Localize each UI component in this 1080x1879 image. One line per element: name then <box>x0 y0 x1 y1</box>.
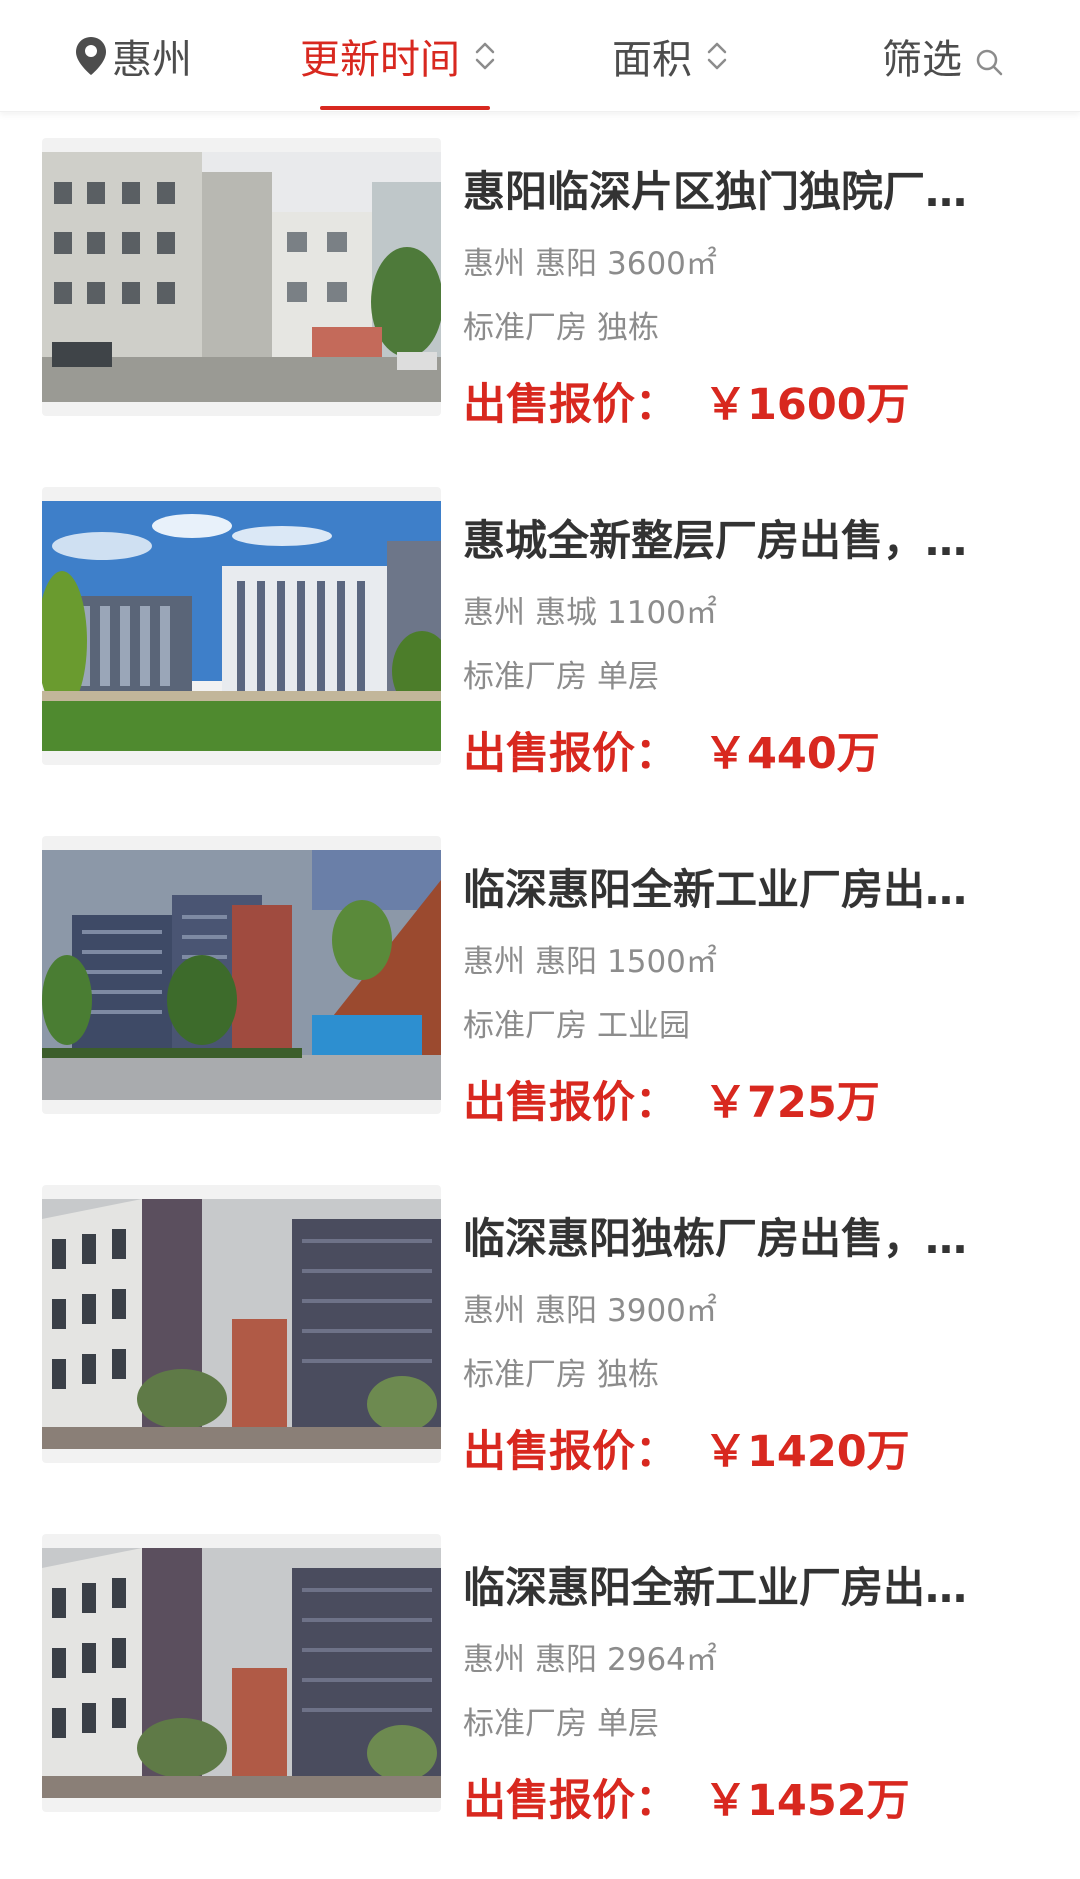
listing-location: 惠州 惠城 1100㎡ <box>463 587 1023 632</box>
location-pin-icon <box>74 35 108 77</box>
price-label: 出售报价： <box>463 1776 678 1826</box>
listing-city: 惠州 <box>463 1642 525 1678</box>
listing-area: 1100㎡ <box>607 595 717 631</box>
listing-district: 惠城 <box>535 595 597 631</box>
listing-title: 惠阳临深片区独门独院厂… <box>463 167 968 216</box>
price-label: 出售报价： <box>463 1078 678 1128</box>
listing-district: 惠阳 <box>535 1642 597 1678</box>
listing-tags: 标准厂房 独栋 <box>463 302 1023 347</box>
listing-area: 2964㎡ <box>607 1642 717 1678</box>
sort-chevrons-icon <box>472 36 498 76</box>
price-value: ￥725万 <box>704 1078 880 1128</box>
listing-price: 出售报价： ￥725万 <box>463 1068 880 1130</box>
listing-price: 出售报价： ￥1420万 <box>463 1417 910 1479</box>
price-label: 出售报价： <box>463 380 678 430</box>
listing-page: 惠州 更新时间 面积 筛选 惠阳临深片区独门独院厂… 惠州 惠阳 3600㎡ 标… <box>0 0 1080 1879</box>
sort-chevrons-icon <box>704 36 730 76</box>
listing-photo <box>42 487 441 765</box>
listing-location: 惠州 惠阳 2964㎡ <box>463 1634 1023 1679</box>
listing-city: 惠州 <box>463 1293 525 1329</box>
listing-district: 惠阳 <box>535 1293 597 1329</box>
listing-city: 惠州 <box>463 246 525 282</box>
listing-tag: 独栋 <box>597 1357 659 1393</box>
listing-tag: 工业园 <box>597 1008 690 1044</box>
listing-city: 惠州 <box>463 944 525 980</box>
listing-city: 惠州 <box>463 595 525 631</box>
listing-type: 标准厂房 <box>463 310 587 346</box>
filter-label: 筛选 <box>882 37 962 83</box>
listing-district: 惠阳 <box>535 246 597 282</box>
listing-tags: 标准厂房 独栋 <box>463 1349 1023 1394</box>
listing-item[interactable]: 惠阳临深片区独门独院厂… 惠州 惠阳 3600㎡ 标准厂房 独栋 出售报价： ￥1600… <box>0 138 1080 488</box>
filter-button[interactable]: 筛选 <box>882 24 1004 88</box>
listing-district: 惠阳 <box>535 944 597 980</box>
listing-price: 出售报价： ￥1452万 <box>463 1766 910 1828</box>
price-label: 出售报价： <box>463 1427 678 1477</box>
listing-photo <box>42 138 441 416</box>
listing-title: 临深惠阳独栋厂房出售，… <box>463 1214 968 1263</box>
listing-item[interactable]: 临深惠阳全新工业厂房出… 惠州 惠阳 1500㎡ 标准厂房 工业园 出售报价： ￥725… <box>0 836 1080 1186</box>
listing-tag: 单层 <box>597 659 659 695</box>
listing-title: 惠城全新整层厂房出售，… <box>463 516 968 565</box>
listing-photo <box>42 1534 441 1812</box>
listing-area: 3600㎡ <box>607 246 717 282</box>
listing-type: 标准厂房 <box>463 1357 587 1393</box>
listing-tags: 标准厂房 单层 <box>463 1698 1023 1743</box>
listing-item[interactable]: 临深惠阳独栋厂房出售，… 惠州 惠阳 3900㎡ 标准厂房 独栋 出售报价： ￥1420… <box>0 1185 1080 1535</box>
listing-price: 出售报价： ￥440万 <box>463 719 880 781</box>
price-value: ￥1600万 <box>704 380 910 430</box>
listing-tags: 标准厂房 单层 <box>463 651 1023 696</box>
listing-location: 惠州 惠阳 1500㎡ <box>463 936 1023 981</box>
listing-tags: 标准厂房 工业园 <box>463 1000 1023 1045</box>
listing-area: 3900㎡ <box>607 1293 717 1329</box>
listing-type: 标准厂房 <box>463 1008 587 1044</box>
active-tab-indicator <box>320 106 490 110</box>
listing-area: 1500㎡ <box>607 944 717 980</box>
filter-bar: 惠州 更新时间 面积 筛选 <box>0 0 1080 112</box>
listing-item[interactable]: 临深惠阳全新工业厂房出… 惠州 惠阳 2964㎡ 标准厂房 单层 出售报价： ￥1452… <box>0 1534 1080 1879</box>
listing-location: 惠州 惠阳 3600㎡ <box>463 238 1023 283</box>
sort-time-label: 更新时间 <box>300 37 460 83</box>
listing-title: 临深惠阳全新工业厂房出… <box>463 865 968 914</box>
sort-area-label: 面积 <box>612 37 692 83</box>
price-value: ￥1452万 <box>704 1776 910 1826</box>
city-label: 惠州 <box>112 37 192 83</box>
listing-title: 临深惠阳全新工业厂房出… <box>463 1563 968 1612</box>
listing-tag: 独栋 <box>597 310 659 346</box>
listing-item[interactable]: 惠城全新整层厂房出售，… 惠州 惠城 1100㎡ 标准厂房 单层 出售报价： ￥440万 <box>0 487 1080 837</box>
sort-by-update-time[interactable]: 更新时间 <box>300 24 498 88</box>
listing-price: 出售报价： ￥1600万 <box>463 370 910 432</box>
price-value: ￥440万 <box>704 729 880 779</box>
price-label: 出售报价： <box>463 729 678 779</box>
listing-tag: 单层 <box>597 1706 659 1742</box>
listing-photo <box>42 836 441 1114</box>
price-value: ￥1420万 <box>704 1427 910 1477</box>
search-icon <box>974 41 1004 76</box>
listing-location: 惠州 惠阳 3900㎡ <box>463 1285 1023 1330</box>
listing-type: 标准厂房 <box>463 659 587 695</box>
listing-type: 标准厂房 <box>463 1706 587 1742</box>
city-selector[interactable]: 惠州 <box>74 24 192 88</box>
listing-photo <box>42 1185 441 1463</box>
sort-by-area[interactable]: 面积 <box>612 24 730 88</box>
